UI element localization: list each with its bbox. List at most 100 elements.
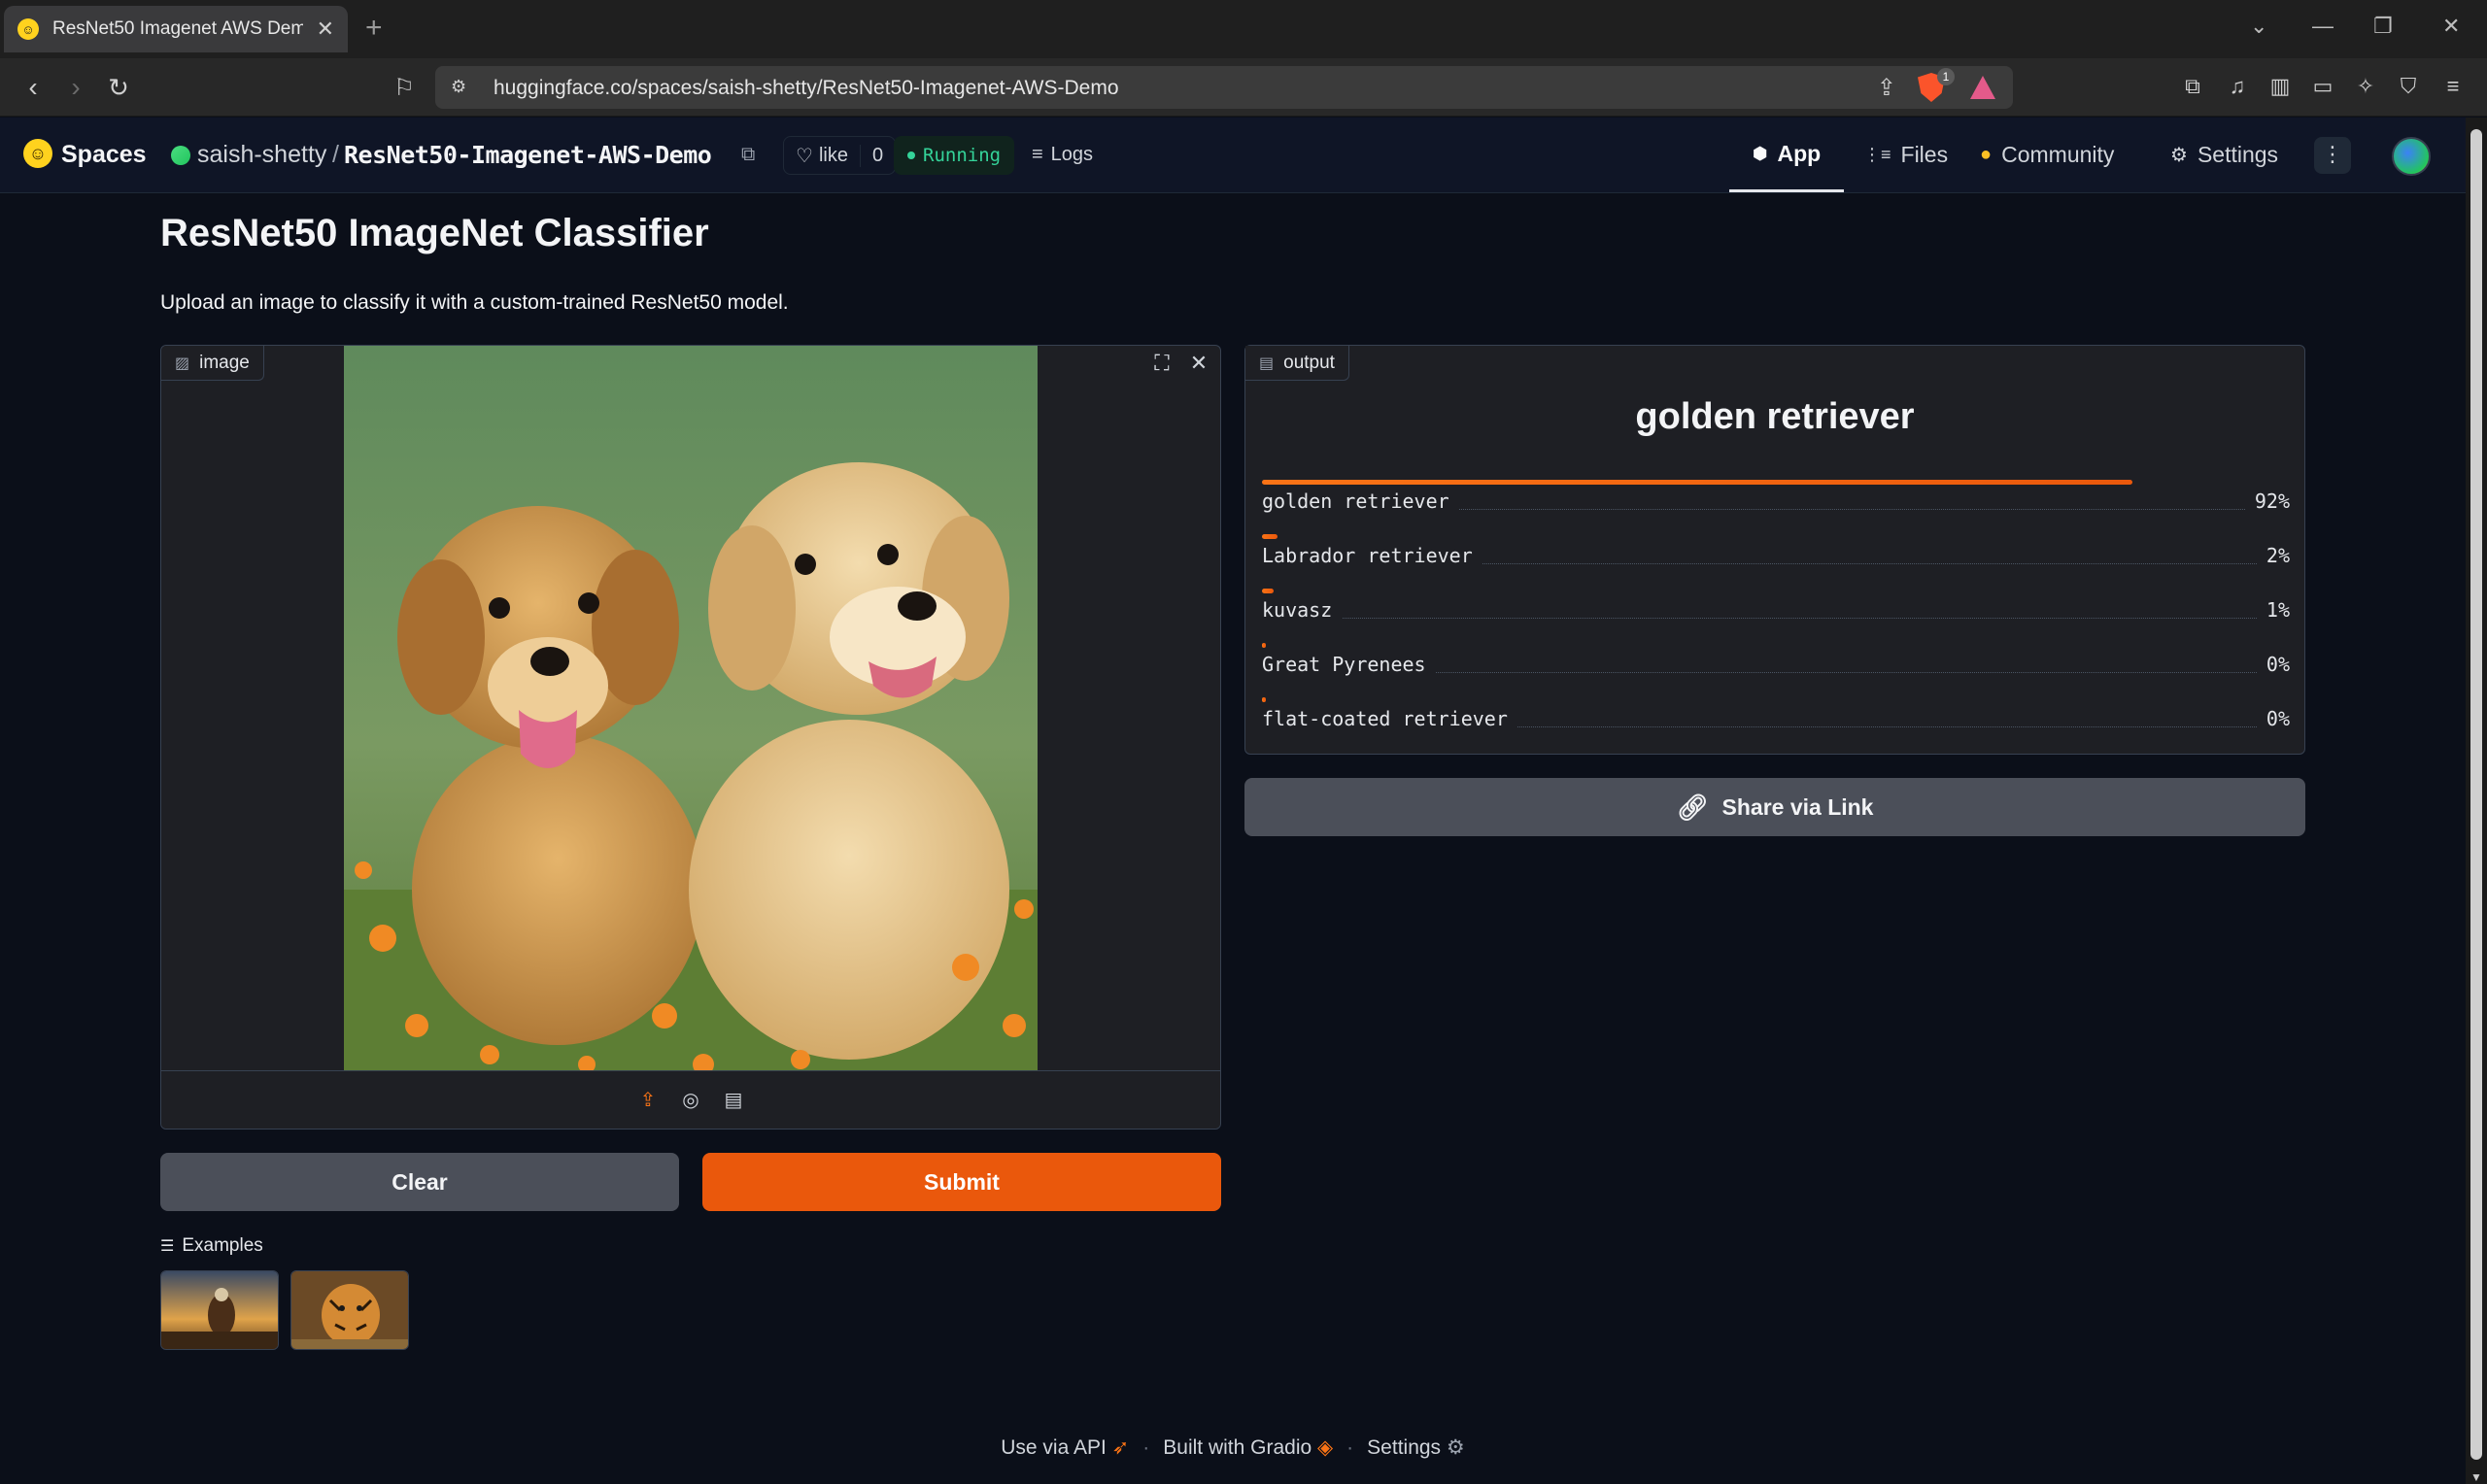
puppies-photo: [344, 346, 1038, 1070]
image-panel-label: ▨ image: [161, 346, 264, 381]
forward-icon[interactable]: ›: [58, 70, 93, 105]
site-info-icon[interactable]: ⚙: [451, 77, 472, 98]
extensions-icon[interactable]: ⧉: [2180, 74, 2205, 99]
more-options-icon[interactable]: ⋮: [2314, 137, 2351, 174]
scroll-thumb[interactable]: [2470, 129, 2482, 1460]
rocket-icon: ➶: [1111, 1436, 1130, 1459]
clipboard-icon[interactable]: ▤: [721, 1088, 746, 1113]
owner-link[interactable]: saish-shetty: [197, 141, 326, 169]
tab-settings[interactable]: ⚙ Settings: [2170, 118, 2278, 192]
tab-community[interactable]: ● Community: [1980, 118, 2114, 192]
confidence-value: 0%: [2256, 653, 2290, 676]
footer-settings-link[interactable]: Settings ⚙: [1367, 1435, 1465, 1460]
user-avatar[interactable]: [2392, 137, 2431, 176]
upload-icon[interactable]: ⇪: [635, 1088, 661, 1113]
confidence-bar: [1262, 697, 1266, 702]
confidence-label: golden retriever: [1262, 489, 1459, 513]
gear-icon: ⚙: [2170, 145, 2188, 166]
huggingface-logo-icon[interactable]: ☺: [23, 139, 52, 168]
address-bar[interactable]: ⚙ huggingface.co/spaces/saish-shetty/Res…: [435, 66, 2013, 109]
use-api-link[interactable]: Use via API ➶: [1001, 1435, 1129, 1460]
confidence-value: 1%: [2256, 598, 2290, 622]
logs-button[interactable]: ≡ Logs: [1032, 144, 1093, 166]
back-icon[interactable]: ‹: [16, 70, 51, 105]
cube-icon: ⬢: [1752, 143, 1768, 163]
window-close-icon[interactable]: ✕: [2442, 14, 2460, 39]
built-with-gradio-link[interactable]: Built with Gradio ◈: [1163, 1435, 1333, 1460]
gear-icon: ⚙: [1446, 1436, 1465, 1459]
submit-button[interactable]: Submit: [702, 1153, 1221, 1211]
image-label-text: image: [199, 352, 250, 373]
examples-label-text: Examples: [182, 1235, 263, 1256]
menu-icon[interactable]: ≡: [2440, 74, 2466, 99]
logs-label: Logs: [1050, 144, 1094, 165]
copy-icon[interactable]: ⧉: [741, 144, 755, 166]
minimize-icon[interactable]: —: [2312, 14, 2334, 39]
label-chart-icon: ▤: [1259, 354, 1275, 372]
logs-icon: ≡: [1032, 144, 1043, 165]
wallet-icon[interactable]: ▭: [2310, 74, 2335, 99]
output-panel: ▤ output golden retriever golden retriev…: [1244, 345, 2305, 755]
tab-files[interactable]: ⋮≡ Files: [1863, 118, 1948, 192]
confidence-label: kuvasz: [1262, 598, 1343, 622]
tab-search-chevron-icon[interactable]: ⌄: [2250, 14, 2267, 39]
page-scrollbar[interactable]: ▼: [2466, 118, 2487, 1484]
confidence-row: kuvasz 1%: [1262, 589, 2290, 639]
brave-rewards-icon[interactable]: [1970, 76, 1995, 99]
browser-tab[interactable]: ☺ ResNet50 Imagenet AWS Demo ✕: [4, 6, 348, 52]
scroll-down-icon[interactable]: ▼: [2470, 1470, 2483, 1484]
repo-name-link[interactable]: ResNet50-Imagenet-AWS-Demo: [344, 141, 712, 169]
page-description: Upload an image to classify it with a cu…: [160, 291, 789, 314]
community-icon: ●: [1980, 144, 1993, 165]
example-tiger[interactable]: [290, 1270, 409, 1350]
like-label: like: [818, 144, 848, 166]
sidebar-icon[interactable]: ▥: [2267, 74, 2293, 99]
fullscreen-icon[interactable]: ⛶: [1150, 352, 1174, 375]
like-button[interactable]: ♡ like 0: [783, 136, 897, 175]
confidence-bar: [1262, 534, 1278, 539]
image-source-bar: ⇪ ◎ ▤: [161, 1070, 1220, 1129]
new-tab-icon[interactable]: +: [365, 12, 383, 45]
share-page-icon[interactable]: ⇪: [1877, 74, 1896, 102]
list-icon: ☰: [160, 1238, 175, 1255]
image-icon: ▨: [175, 354, 190, 372]
vpn-icon[interactable]: ⛉: [2396, 74, 2421, 99]
confidence-value: 92%: [2244, 489, 2290, 513]
footer-separator: ·: [1142, 1435, 1150, 1459]
confidence-value: 0%: [2256, 707, 2290, 730]
media-icon[interactable]: ♫: [2225, 74, 2250, 99]
spaces-link[interactable]: Spaces: [61, 141, 147, 169]
eagle-thumbnail: [161, 1271, 278, 1349]
uploaded-image[interactable]: [344, 346, 1038, 1070]
confidence-row: flat-coated retriever 0%: [1262, 697, 2290, 748]
reload-icon[interactable]: ↻: [101, 70, 136, 105]
share-button[interactable]: 🔗︎ Share via Link: [1244, 778, 2305, 836]
confidence-label: Labrador retriever: [1262, 544, 1482, 567]
webcam-icon[interactable]: ◎: [678, 1088, 703, 1113]
examples-heading: ☰ Examples: [160, 1235, 263, 1257]
gradio-logo-icon: ◈: [1317, 1436, 1334, 1459]
clear-image-icon[interactable]: ✕: [1187, 352, 1210, 375]
confidence-value: 2%: [2256, 544, 2290, 567]
image-input-panel[interactable]: ▨ image ⛶ ✕ ⇪ ◎ ▤: [160, 345, 1221, 1130]
status-dot-icon: [907, 152, 915, 159]
confidence-label: Great Pyrenees: [1262, 653, 1436, 676]
link-icon: 🔗︎: [1676, 792, 1709, 822]
image-toolbar: ⛶ ✕: [1150, 352, 1210, 375]
tab-close-icon[interactable]: ✕: [317, 17, 334, 42]
tab-app[interactable]: ⬢ App: [1729, 118, 1844, 192]
url-text[interactable]: huggingface.co/spaces/saish-shetty/ResNe…: [494, 77, 1119, 100]
bookmark-icon[interactable]: ⚐: [387, 70, 422, 105]
confidence-row: Labrador retriever 2%: [1262, 534, 2290, 585]
tab-files-label: Files: [1900, 142, 1949, 167]
tab-app-label: App: [1777, 140, 1822, 166]
leo-ai-icon[interactable]: ✧: [2353, 74, 2378, 99]
clear-button[interactable]: Clear: [160, 1153, 679, 1211]
confidence-bar: [1262, 480, 2132, 485]
heart-icon: ♡: [796, 145, 813, 167]
confidence-row: golden retriever 92%: [1262, 480, 2290, 530]
restore-icon[interactable]: ❐: [2373, 14, 2393, 39]
status-badge[interactable]: Running: [894, 136, 1015, 175]
example-eagle[interactable]: [160, 1270, 279, 1350]
files-icon: ⋮≡: [1863, 145, 1891, 164]
